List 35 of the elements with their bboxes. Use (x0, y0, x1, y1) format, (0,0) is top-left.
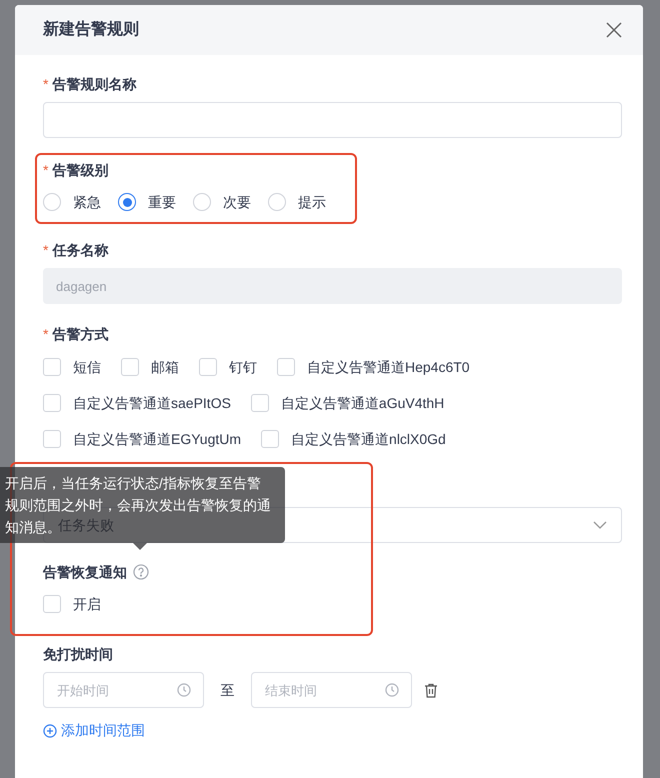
checkbox-option[interactable]: 自定义告警通道EGYugtUm (43, 421, 242, 457)
required-mark: * (43, 324, 48, 344)
required-mark: * (43, 240, 48, 260)
field-label: 告警恢复通知 (43, 562, 127, 582)
required-mark: * (43, 160, 48, 180)
field-label: 告警规则名称 (52, 74, 136, 94)
input-field[interactable] (43, 102, 622, 138)
required-mark: * (43, 74, 48, 94)
delete-button[interactable] (424, 682, 440, 698)
checkbox-option[interactable]: 自定义告警通道nlclX0Gd (261, 421, 446, 457)
clock-icon (385, 683, 399, 697)
chevron-down-icon (593, 521, 607, 529)
field-label: 免打扰时间 (43, 646, 113, 662)
field-label: 告警方式 (52, 324, 108, 344)
field-label: 任务名称 (52, 240, 108, 260)
range-separator: 至 (220, 680, 236, 700)
radio-option[interactable]: 重要 (118, 192, 176, 212)
radio-option[interactable]: 提示 (268, 192, 326, 212)
start-time-field[interactable]: 开始时间 (43, 672, 204, 708)
end-time-field[interactable]: 结束时间 (251, 672, 412, 708)
checkbox-option[interactable]: 自定义告警通道Hep4c6T0 (277, 349, 470, 385)
checkbox-option[interactable]: 短信 (43, 349, 101, 385)
radio-option[interactable]: 紧急 (43, 192, 101, 212)
clock-icon (177, 683, 191, 697)
help-icon[interactable] (133, 564, 149, 580)
checkbox-option[interactable]: 邮箱 (121, 349, 179, 385)
field-label: 告警级别 (52, 160, 108, 180)
checkbox-option[interactable]: 钉钉 (199, 349, 257, 385)
checkbox-option[interactable]: 开启 (43, 594, 101, 614)
plus-circle-icon (43, 724, 57, 738)
dialog-title: 新建告警规则 (43, 19, 139, 40)
checkbox-option[interactable]: 自定义告警通道saePItOS (43, 385, 231, 421)
checkbox-option[interactable]: 自定义告警通道aGuV4thH (250, 385, 444, 421)
add-time-range-link[interactable]: 添加时间范围 (43, 720, 145, 741)
radio-option[interactable]: 次要 (193, 192, 251, 212)
